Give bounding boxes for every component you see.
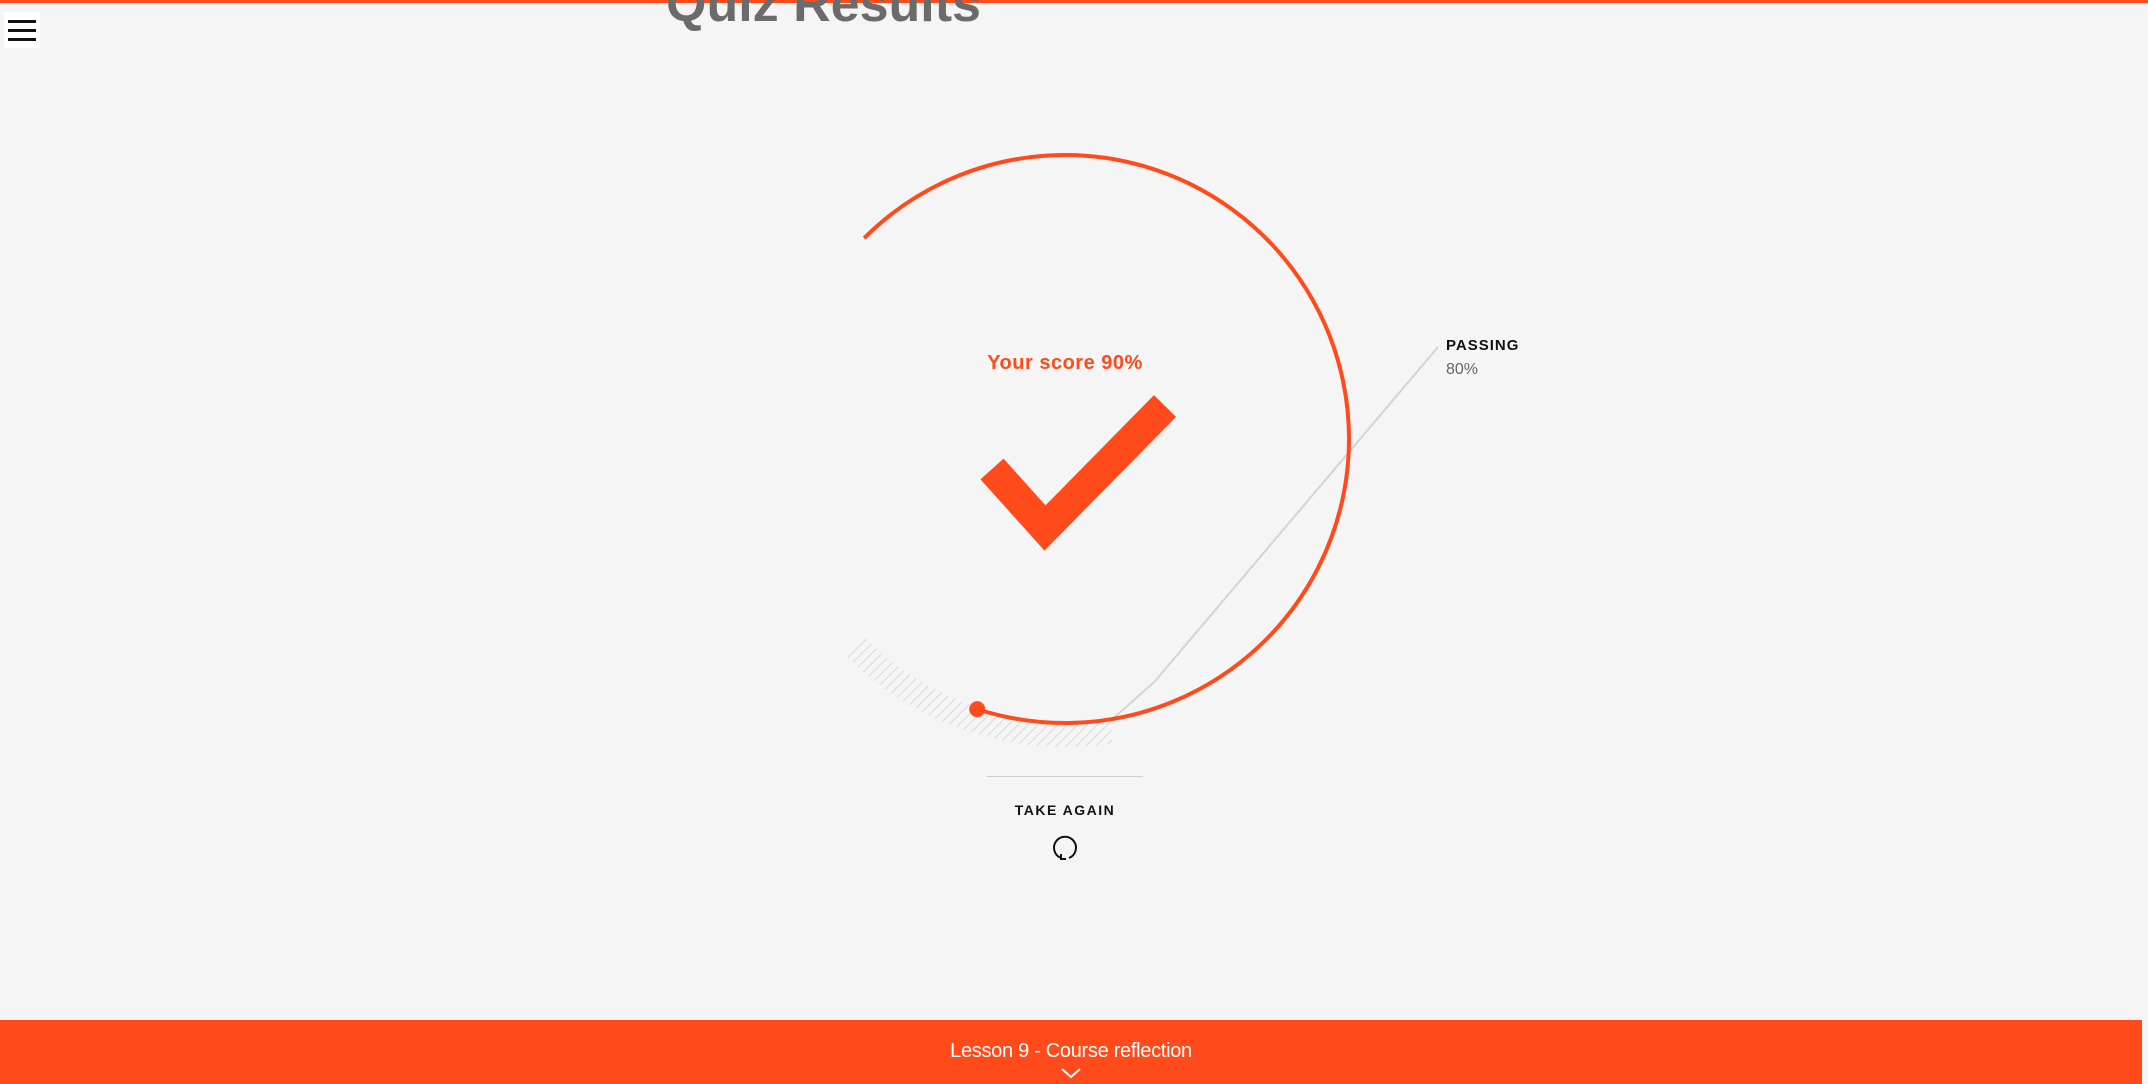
- take-again-label: TAKE AGAIN: [1014, 802, 1116, 818]
- score-marker-dot: [969, 701, 986, 718]
- take-again-button[interactable]: TAKE AGAIN: [965, 802, 1165, 864]
- score-arc: [862, 153, 1351, 725]
- passing-label: PASSING: [1446, 337, 1520, 354]
- divider: [987, 776, 1143, 777]
- next-lesson-label: Lesson 9 - Course reflection: [950, 1040, 1192, 1062]
- retry-icon: [1053, 835, 1077, 860]
- chevron-down-icon: [1061, 1068, 1081, 1079]
- score-text: Your score 90%: [987, 352, 1143, 374]
- score-gauge: [847, 153, 1439, 747]
- passing-value: 80%: [1446, 361, 1479, 378]
- passing-zone-hatch: [847, 638, 1114, 747]
- next-lesson-bar[interactable]: Lesson 9 - Course reflection: [0, 1020, 2142, 1084]
- checkmark-icon: [980, 395, 1177, 551]
- quiz-results-page: Quiz Results Your score 90% PASSING 80% …: [0, 0, 2148, 1084]
